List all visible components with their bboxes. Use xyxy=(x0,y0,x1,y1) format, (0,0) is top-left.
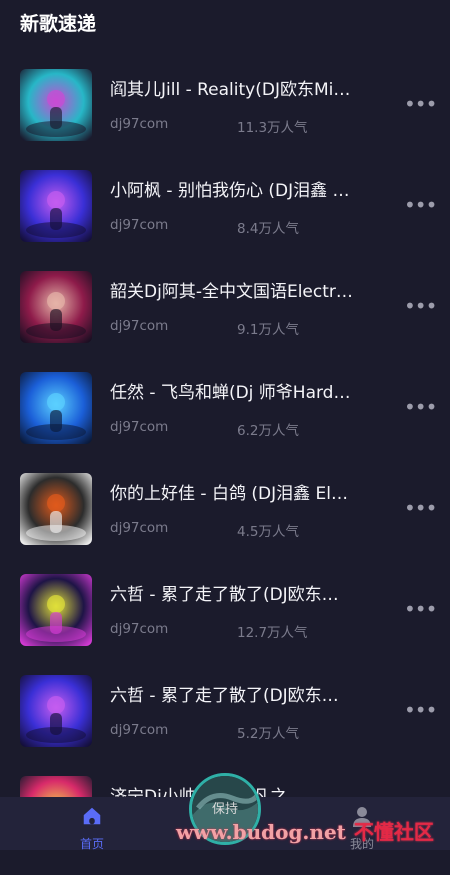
song-row[interactable]: 韶关Dj阿其-全中文国语Electr… dj97com 9.1万人气 ••• xyxy=(0,269,450,370)
watermark-url: www.budog.net xyxy=(176,820,346,844)
song-source: dj97com xyxy=(110,722,169,738)
song-cover[interactable] xyxy=(20,574,92,646)
tab-home-label: 首页 xyxy=(79,837,104,851)
song-title[interactable]: 任然 - 飞鸟和蝉(Dj 师爷Hard… xyxy=(110,378,392,403)
watermark-text: 不懂社区 xyxy=(353,820,434,844)
more-options-icon[interactable]: ••• xyxy=(404,89,437,119)
song-popularity: 8.4万人气 xyxy=(237,221,299,237)
song-row[interactable]: 小阿枫 - 别怕我伤心 (DJ泪鑫 … dj97com 8.4万人气 ••• xyxy=(0,168,450,269)
more-options-icon[interactable]: ••• xyxy=(404,594,437,624)
song-title[interactable]: 六哲 - 累了走了散了(DJ欧东… xyxy=(110,580,392,605)
home-icon xyxy=(83,807,101,825)
more-options-icon[interactable]: ••• xyxy=(404,190,437,220)
more-options-icon[interactable]: ••• xyxy=(404,695,437,725)
center-button-label: 保持 xyxy=(211,802,238,817)
song-source: dj97com xyxy=(110,520,169,536)
song-cover[interactable] xyxy=(20,473,92,545)
song-title[interactable]: 你的上好佳 - 白鸽 (DJ泪鑫 El… xyxy=(110,479,392,504)
song-cover[interactable] xyxy=(20,170,92,242)
song-row[interactable]: 你的上好佳 - 白鸽 (DJ泪鑫 El… dj97com 4.5万人气 ••• xyxy=(0,471,450,572)
song-source: dj97com xyxy=(110,419,169,435)
song-source: dj97com xyxy=(110,318,169,334)
song-cover[interactable] xyxy=(20,271,92,343)
song-popularity: 9.1万人气 xyxy=(237,322,299,338)
song-title[interactable]: 小阿枫 - 别怕我伤心 (DJ泪鑫 … xyxy=(110,176,392,201)
song-row[interactable]: 任然 - 飞鸟和蝉(Dj 师爷Hard… dj97com 6.2万人气 ••• xyxy=(0,370,450,471)
song-popularity: 5.2万人气 xyxy=(237,726,299,742)
tab-home[interactable]: 首页 xyxy=(52,797,132,851)
song-source: dj97com xyxy=(110,217,169,233)
song-source: dj97com xyxy=(110,621,169,637)
song-cover[interactable] xyxy=(20,372,92,444)
song-title[interactable]: 阎其儿Jill - Reality(DJ欧东Mi… xyxy=(110,75,392,100)
song-popularity: 6.2万人气 xyxy=(237,423,299,439)
song-list: 阎其儿Jill - Reality(DJ欧东Mi… dj97com 11.3万人气 •… xyxy=(0,67,450,875)
site-watermark: www.budog.net 不懂社区 xyxy=(176,816,434,845)
more-options-icon[interactable]: ••• xyxy=(404,291,437,321)
page-title: 新歌速递 xyxy=(20,13,97,35)
song-cover[interactable] xyxy=(20,69,92,141)
song-row[interactable]: 六哲 - 累了走了散了(DJ欧东… dj97com 5.2万人气 ••• xyxy=(0,673,450,774)
song-popularity: 4.5万人气 xyxy=(237,524,299,540)
song-title[interactable]: 六哲 - 累了走了散了(DJ欧东… xyxy=(110,681,392,706)
song-row[interactable]: 阎其儿Jill - Reality(DJ欧东Mi… dj97com 11.3万人气 •… xyxy=(0,67,450,168)
song-source: dj97com xyxy=(110,116,169,132)
song-popularity: 12.7万人气 xyxy=(237,625,308,641)
more-options-icon[interactable]: ••• xyxy=(404,493,437,523)
song-cover[interactable] xyxy=(20,675,92,747)
song-title[interactable]: 韶关Dj阿其-全中文国语Electr… xyxy=(110,277,392,302)
song-row[interactable]: 六哲 - 累了走了散了(DJ欧东… dj97com 12.7万人气 ••• xyxy=(0,572,450,673)
more-options-icon[interactable]: ••• xyxy=(404,392,437,422)
song-popularity: 11.3万人气 xyxy=(237,120,308,136)
